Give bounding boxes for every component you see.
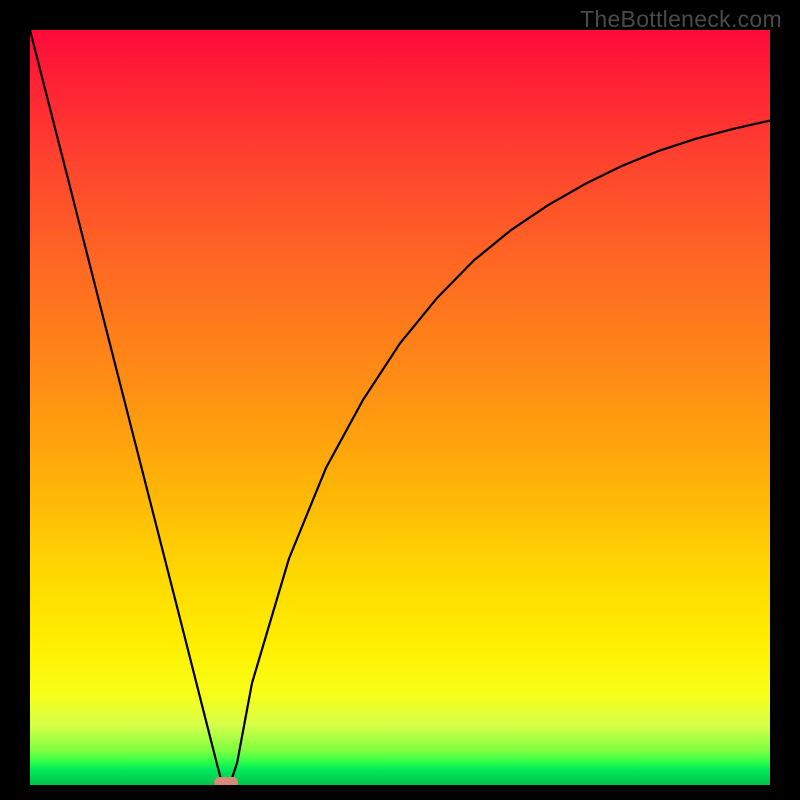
watermark-text: TheBottleneck.com (580, 6, 782, 33)
chart-minimum-marker (214, 777, 238, 785)
chart-plot-area (30, 30, 770, 785)
chart-frame: TheBottleneck.com (0, 0, 800, 800)
chart-curve (30, 30, 770, 785)
chart-svg (30, 30, 770, 785)
